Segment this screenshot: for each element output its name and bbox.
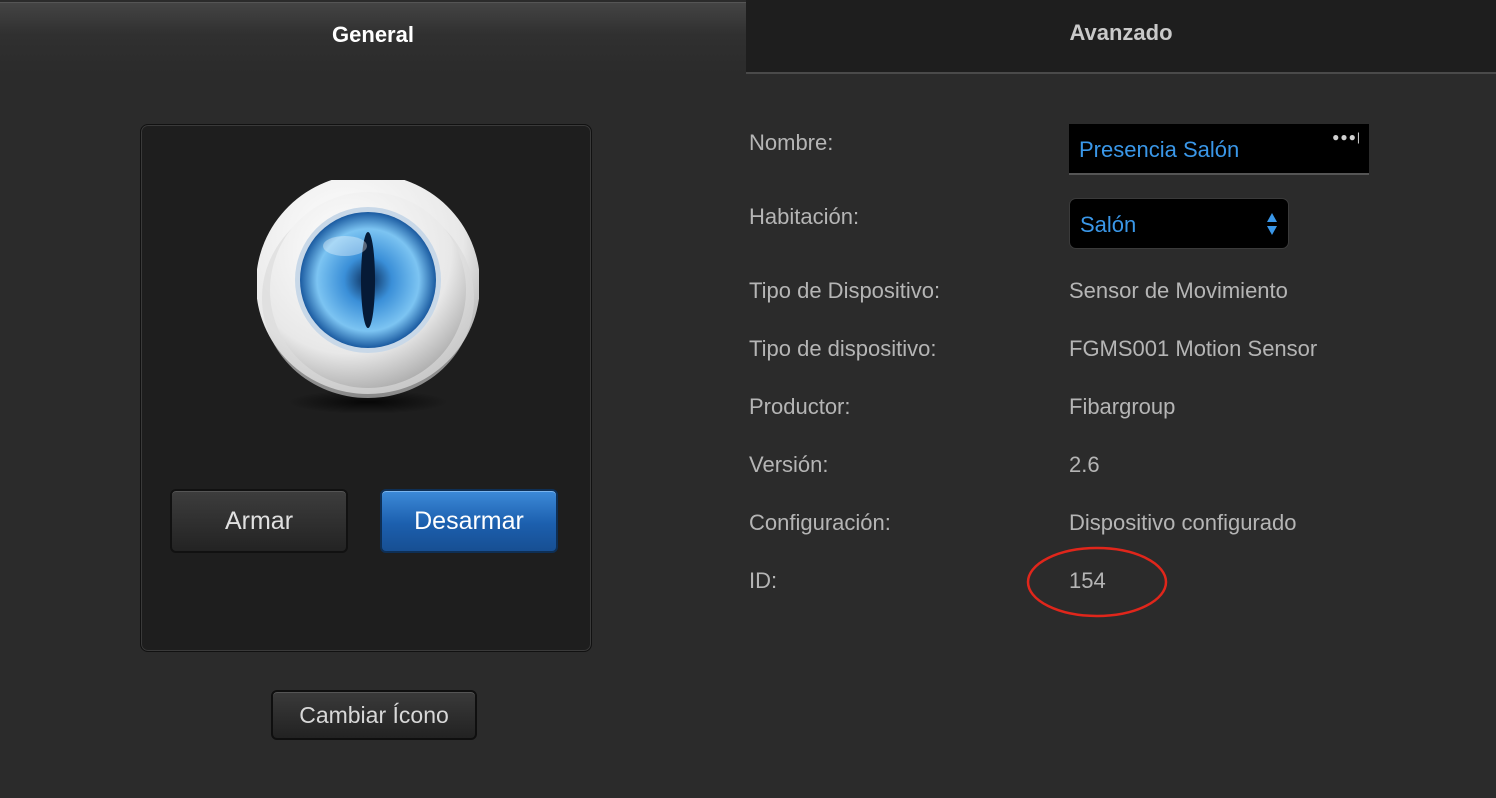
device-model-value: FGMS001 Motion Sensor [1069,336,1318,361]
device-type-value: Sensor de Movimiento [1069,278,1288,303]
id-label: ID: [749,568,778,593]
more-icon[interactable]: ●●●| [1332,130,1361,144]
room-label: Habitación: [749,204,860,229]
tab-advanced-label: Avanzado [1069,20,1173,45]
tab-general[interactable]: General [0,2,746,74]
name-field-value: Presencia Salón [1079,137,1240,162]
device-icon-panel: Armar Desarmar [140,124,592,652]
tab-bar: General Avanzado [0,0,1496,74]
device-type-label: Tipo de Dispositivo: [749,278,941,303]
name-field[interactable]: Presencia Salón ●●●| [1069,124,1369,175]
change-icon-button[interactable]: Cambiar Ícono [271,690,477,740]
device-model-label: Tipo de dispositivo: [749,336,937,361]
disarm-button[interactable]: Desarmar [380,489,558,553]
name-label: Nombre: [749,130,834,155]
room-select[interactable]: Salón [1069,198,1289,249]
tab-advanced[interactable]: Avanzado [746,0,1496,74]
annotation-circle [1026,546,1168,618]
producer-value: Fibargroup [1069,394,1176,419]
motion-sensor-eye-icon [257,180,479,414]
producer-label: Productor: [749,394,851,419]
select-updown-icon [1267,213,1277,235]
room-select-value: Salón [1080,212,1137,237]
tab-general-label: General [332,21,414,47]
configuration-label: Configuración: [749,510,891,535]
configuration-value: Dispositivo configurado [1069,510,1297,535]
version-value: 2.6 [1069,452,1100,477]
version-label: Versión: [749,452,829,477]
arm-button[interactable]: Armar [170,489,348,553]
